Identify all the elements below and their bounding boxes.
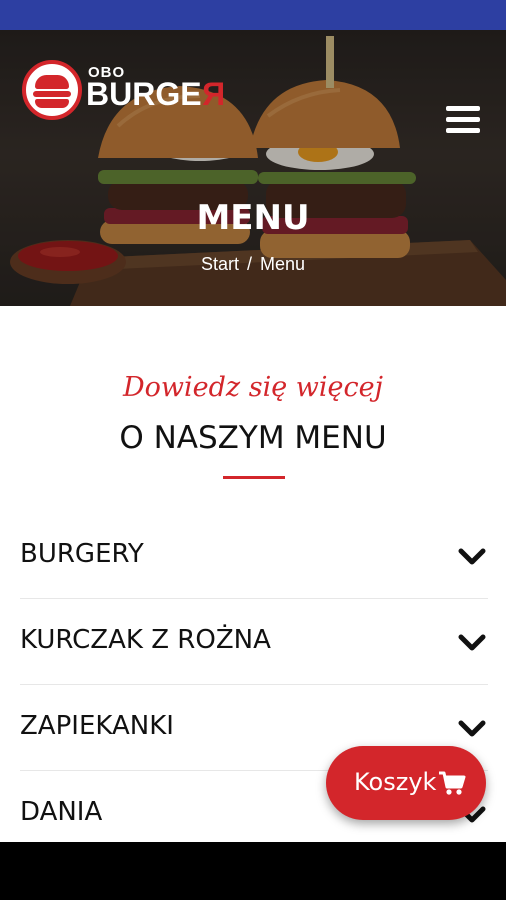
breadcrumb-start-link[interactable]: Start [201,254,239,274]
title-divider [223,476,285,479]
breadcrumb: Start / Menu [0,254,506,275]
category-label: ZAPIEKANKI [20,711,174,741]
page-title: MENU [196,198,310,238]
chevron-down-icon [458,548,486,565]
status-bar [0,0,506,30]
hero-banner: OBO BURGER MENU Start / Menu [0,30,506,306]
breadcrumb-current: Menu [260,254,306,274]
category-label: KURCZAK Z ROŻNA [20,625,271,655]
chevron-down-icon [458,634,486,651]
category-burgery[interactable]: BURGERY [20,513,488,599]
logo-burger-text: BURGER [86,76,225,112]
breadcrumb-separator: / [246,254,252,274]
logo[interactable]: OBO BURGER [22,60,232,124]
category-kurczak[interactable]: KURCZAK Z ROŻNA [20,599,488,685]
logo-burger-icon [22,60,82,120]
category-label: DANIA [20,797,103,827]
system-navigation-bar [0,842,506,900]
category-label: BURGERY [20,539,144,569]
section-subtitle: Dowiedz się więcej [123,372,383,403]
hamburger-menu-icon[interactable] [446,106,480,134]
chevron-down-icon [458,720,486,737]
cart-icon [439,771,466,795]
cart-label: Koszyk [354,768,437,796]
cart-button[interactable]: Koszyk [326,746,486,820]
section-title: O NASZYM MENU [119,420,387,456]
